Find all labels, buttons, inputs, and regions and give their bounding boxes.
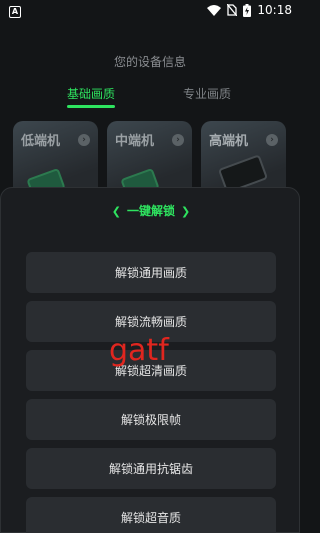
battery-charging-icon [243,3,252,17]
sheet-title: 一键解锁 [126,204,175,218]
status-time: 10:18 [257,3,292,17]
wifi-icon [207,4,222,16]
card-low-end-label: 低端机 [21,134,61,149]
watermark: gatf [109,333,169,368]
tab-pro-quality[interactable]: 专业画质 [183,85,231,102]
unlock-super-audio-button[interactable]: 解锁超音质 [26,497,276,533]
chevron-right-icon: › [78,134,90,146]
chevron-right-icon: › [266,134,278,146]
unlock-antialiasing-button[interactable]: 解锁通用抗锯齿 [26,448,276,489]
tab-basic-quality[interactable]: 基础画质 [67,85,115,102]
chevron-left-icon: ❮ [111,205,121,218]
status-bar-right: 10:18 [207,3,292,17]
unlock-extreme-fps-button[interactable]: 解锁极限帧 [26,399,276,440]
no-sim-icon [227,4,238,16]
chevron-right-icon: › [172,134,184,146]
unlock-general-quality-button[interactable]: 解锁通用画质 [26,252,276,293]
page-title: 您的设备信息 [113,55,186,69]
card-mid-range-label: 中端机 [115,134,155,149]
app-notification-icon: A [9,5,21,18]
status-bar-left: A [9,3,21,18]
sheet-header: ❮ 一键解锁 ❯ [1,202,301,219]
card-high-end-label: 高端机 [209,134,249,149]
status-bar: A 10:18 [0,0,300,20]
chevron-right-icon: ❯ [181,205,191,218]
quality-tabs: 基础画质 专业画质 [0,85,300,109]
active-tab-indicator [67,105,115,108]
